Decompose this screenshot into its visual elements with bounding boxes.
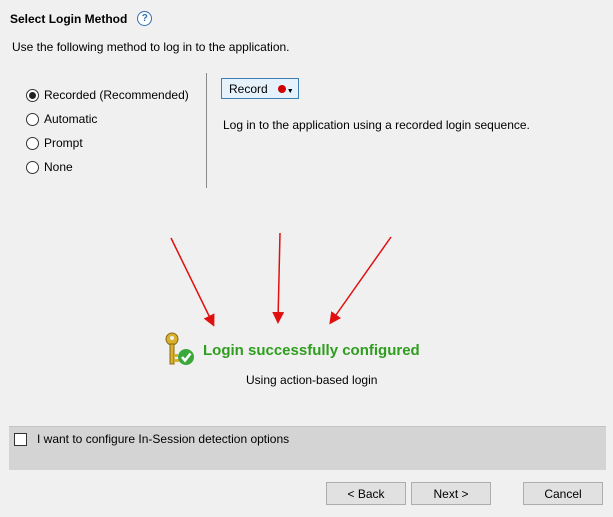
insession-label: I want to configure In-Session detection… bbox=[37, 432, 290, 446]
status-row: Login successfully configured bbox=[163, 332, 420, 368]
arrow-left bbox=[170, 237, 215, 327]
arrow-center bbox=[272, 232, 285, 324]
key-check-icon bbox=[165, 332, 194, 365]
options-panel: I want to configure In-Session detection… bbox=[9, 426, 606, 470]
next-button[interactable]: Next > bbox=[411, 482, 491, 505]
back-button[interactable]: < Back bbox=[326, 482, 406, 505]
cancel-button[interactable]: Cancel bbox=[523, 482, 603, 505]
insession-checkbox[interactable] bbox=[14, 432, 27, 446]
status-subtitle: Using action-based login bbox=[246, 373, 378, 387]
status-title: Login successfully configured bbox=[203, 341, 420, 359]
arrow-right bbox=[329, 236, 392, 325]
insession-option[interactable]: I want to configure In-Session detection… bbox=[14, 432, 289, 446]
